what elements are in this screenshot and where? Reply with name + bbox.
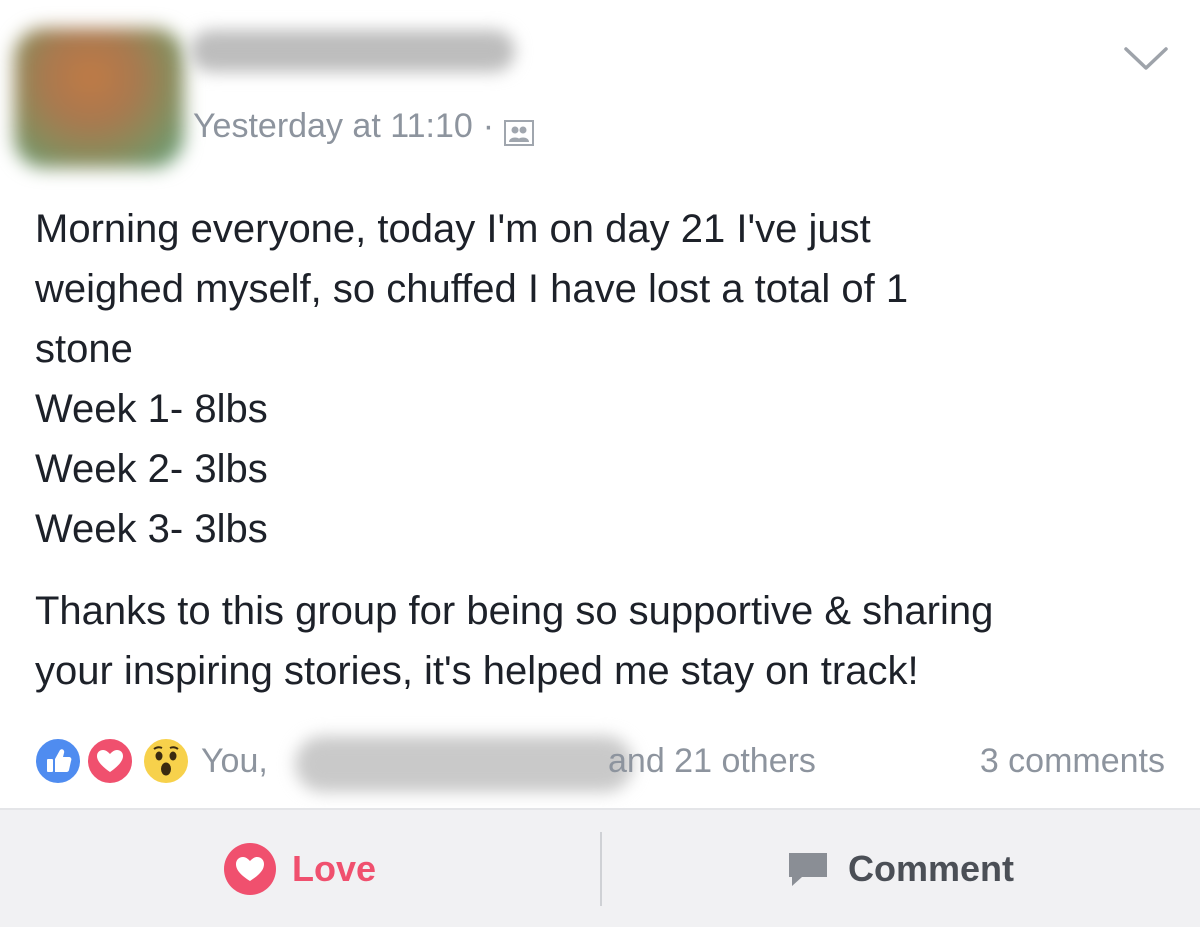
action-divider [600,832,602,906]
wow-icon [141,736,191,786]
reactor-names-redacted[interactable] [295,736,633,792]
love-reaction-icon [224,842,276,895]
comment-icon [789,852,827,886]
author-name-redacted[interactable] [190,30,515,72]
post-meta: Yesterday at 11:10 · [193,104,535,148]
love-icon [85,736,135,786]
reaction-icons[interactable] [33,736,198,788]
post-text-line: Week 2- 3lbs [35,447,268,491]
reactions-summary: You, and 21 others 3 comments [33,734,1173,792]
comments-count-link[interactable]: 3 comments [980,738,1165,784]
post-body: Morning everyone, today I'm on day 21 I'… [35,199,1175,701]
comment-button[interactable]: Comment [786,810,1014,927]
reactors-others[interactable]: and 21 others [608,738,816,784]
action-bar: Love Comment [0,808,1200,927]
post-text-line: Week 3- 3lbs [35,507,268,551]
love-button[interactable]: Love [222,810,376,927]
love-button-label: Love [292,847,377,889]
reactors-you[interactable]: You, [201,738,268,784]
post-text-line: stone [35,327,133,371]
post-card: Yesterday at 11:10 · Morning everyone, t… [0,0,1200,927]
like-icon [33,736,83,786]
post-text-line: Thanks to this group for being so suppor… [35,589,994,633]
post-timestamp[interactable]: Yesterday at 11:10 [193,104,473,148]
comment-button-label: Comment [848,847,1015,889]
post-text-line: weighed myself, so chuffed I have lost a… [35,267,909,311]
chevron-down-icon[interactable] [1122,44,1170,74]
author-avatar[interactable] [14,28,184,168]
post-text-line: Morning everyone, today I'm on day 21 I'… [35,207,871,251]
group-icon [504,113,535,146]
post-text-line: your inspiring stories, it's helped me s… [35,649,919,693]
post-text-line: Week 1- 8lbs [35,387,268,431]
meta-separator: · [482,107,495,145]
